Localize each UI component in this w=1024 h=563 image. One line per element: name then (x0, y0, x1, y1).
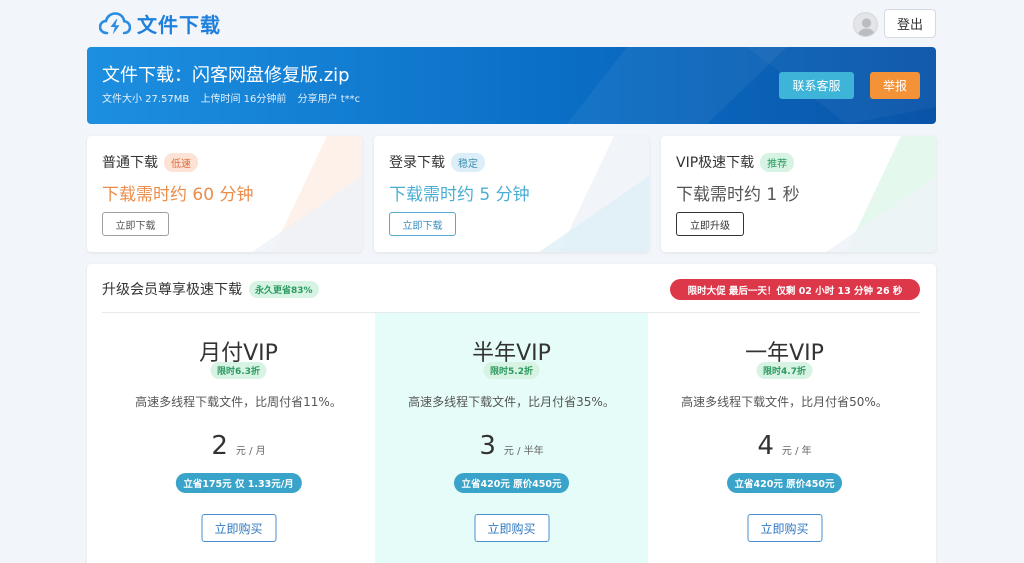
speed-tag: 低速 (164, 152, 198, 172)
download-head: 普通下载 低速 (102, 152, 198, 172)
contact-service-button[interactable]: 联系客服 (779, 72, 854, 99)
download-time: 下载需时约 60 分钟 (102, 185, 254, 205)
buy-now-button[interactable]: 立即购买 (474, 514, 549, 542)
normal-download-card: 普通下载 低速 下载需时约 60 分钟 立即下载 (87, 136, 362, 252)
upgrade-now-button[interactable]: 立即升级 (676, 212, 744, 236)
plan-monthly: 月付VIP 限时6.3折 高速多线程下载文件，比周付省11%。 2元 / 月 立… (102, 313, 375, 563)
download-name: VIP极速下载 (676, 155, 755, 171)
vip-download-card: VIP极速下载 推荐 下载需时约 1 秒 立即升级 (661, 136, 936, 252)
speed-tag: 稳定 (451, 152, 485, 172)
price-value: 4 (757, 431, 774, 461)
cloud-lightning-icon (99, 11, 131, 37)
avatar[interactable] (853, 12, 878, 37)
price-unit: 元 / 年 (781, 446, 812, 457)
file-meta: 文件大小 27.57MB 上传时间 16分钟前 分享用户 t**c (102, 90, 368, 105)
upload-time: 上传时间 16分钟前 (200, 94, 287, 105)
speed-tag: 推荐 (760, 152, 795, 172)
plan-half-year: 半年VIP 限时5.2折 高速多线程下载文件，比月付省35%。 3元 / 半年 … (375, 313, 648, 563)
card-decoration (826, 136, 936, 252)
file-title: 文件下载：闪客网盘修复版.zip (102, 65, 350, 86)
download-head: 登录下载 稳定 (389, 152, 485, 172)
download-now-button[interactable]: 立即下载 (102, 212, 169, 236)
plan-savings: 立省420元 原价450元 (453, 473, 570, 493)
plan-yearly: 一年VIP 限时4.7折 高速多线程下载文件，比月付省50%。 4元 / 年 立… (648, 313, 921, 563)
user-icon (857, 18, 876, 36)
plan-description: 高速多线程下载文件，比月付省35%。 (408, 395, 615, 409)
plan-savings: 立省420元 原价450元 (726, 473, 843, 493)
buy-now-button[interactable]: 立即购买 (747, 514, 822, 542)
logout-button[interactable]: 登出 (884, 9, 936, 38)
price-value: 3 (479, 431, 496, 461)
plan-price: 4 元 / 年 (648, 431, 921, 461)
page: 文件下载 登出 文件下载：闪客网盘修复版.zip 文件大小 27.57MB 上传… (87, 0, 936, 563)
price-unit: 元 / 月 (235, 446, 266, 457)
share-user: 分享用户 t**c (297, 94, 361, 105)
top-bar: 文件下载 登出 (87, 0, 936, 46)
plan-discount-badge: 限时6.3折 (210, 362, 267, 379)
buy-now-button[interactable]: 立即购买 (201, 514, 276, 542)
login-download-card: 登录下载 稳定 下载需时约 5 分钟 立即下载 (374, 136, 649, 252)
download-head: VIP极速下载 推荐 (676, 152, 795, 172)
download-now-button[interactable]: 立即下载 (389, 212, 456, 236)
logo[interactable]: 文件下载 (99, 9, 221, 38)
card-decoration (539, 136, 649, 252)
download-name: 普通下载 (102, 155, 158, 171)
logo-text: 文件下载 (137, 13, 221, 37)
plan-price: 3 元 / 半年 (375, 431, 648, 461)
plan-description: 高速多线程下载文件，比周付省11%。 (135, 395, 342, 409)
download-name: 登录下载 (389, 155, 445, 171)
plan-discount-badge: 限时4.7折 (756, 362, 813, 379)
report-button[interactable]: 举报 (870, 72, 920, 99)
price-value: 2 (211, 431, 228, 461)
price-unit: 元 / 半年 (503, 446, 544, 457)
download-time: 下载需时约 5 分钟 (389, 185, 530, 205)
plan-savings: 立省175元 仅 1.33元/月 (175, 473, 302, 493)
plan-discount-badge: 限时5.2折 (483, 362, 540, 379)
file-size: 文件大小 27.57MB (102, 94, 190, 105)
plan-price: 2 元 / 月 (102, 431, 375, 461)
vip-discount-badge: 永久更省83% (249, 280, 319, 298)
vip-header: 升级会员尊享极速下载 永久更省83% (102, 279, 319, 299)
download-time: 下载需时约 1 秒 (676, 185, 800, 205)
file-banner: 文件下载：闪客网盘修复版.zip 文件大小 27.57MB 上传时间 16分钟前… (87, 47, 936, 124)
vip-title: 升级会员尊享极速下载 (102, 282, 242, 298)
promo-countdown: 限时大促 最后一天！仅剩 02 小时 13 分钟 26 秒 (670, 279, 920, 300)
plan-description: 高速多线程下载文件，比月付省50%。 (681, 395, 888, 409)
vip-upgrade-section: 升级会员尊享极速下载 永久更省83% 限时大促 最后一天！仅剩 02 小时 13… (87, 264, 936, 563)
